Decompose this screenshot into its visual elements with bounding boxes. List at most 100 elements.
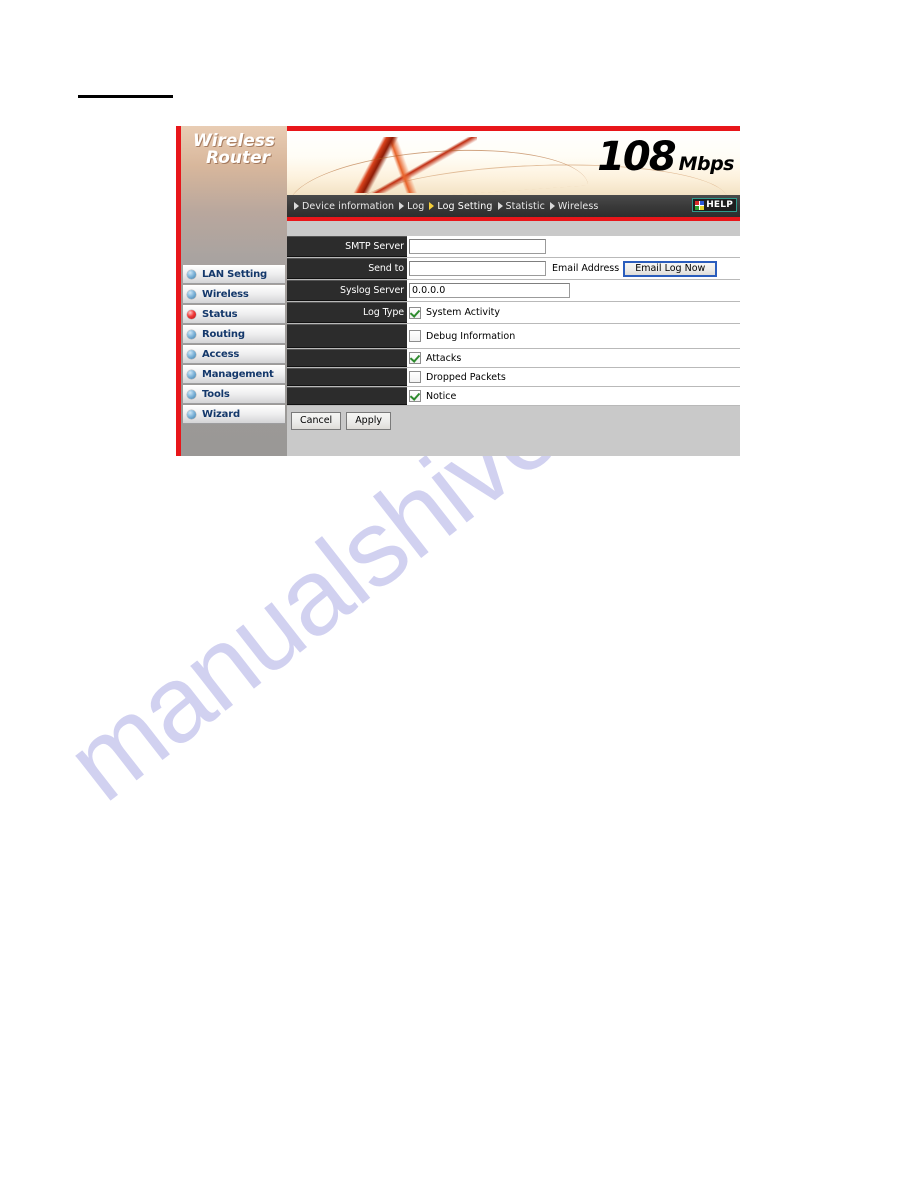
log-type-spacer-label <box>287 324 407 348</box>
nav-item-log-setting[interactable]: Log Setting <box>429 201 492 212</box>
speed-unit: Mbps <box>678 153 735 175</box>
checkbox-checked-icon <box>409 352 421 364</box>
checkbox-system-activity[interactable]: System Activity <box>409 306 500 319</box>
content-column: 108 Mbps Device information Log Log Sett… <box>287 126 740 456</box>
log-type-value-cell: Attacks <box>407 349 740 367</box>
nav-item-log[interactable]: Log <box>399 201 424 212</box>
checkbox-unchecked-icon <box>409 371 421 383</box>
smtp-server-input[interactable] <box>409 239 546 254</box>
log-type-spacer-label <box>287 387 407 405</box>
bullet-icon <box>187 350 196 359</box>
nav-item-label: Wireless <box>557 200 599 212</box>
checkbox-checked-icon <box>409 306 421 319</box>
chevron-right-icon <box>294 202 299 210</box>
apply-button[interactable]: Apply <box>346 412 392 430</box>
nav-item-device-information[interactable]: Device information <box>294 201 394 212</box>
sidebar-item-tools[interactable]: Tools <box>183 385 285 404</box>
row-log-type-system-activity: Log Type System Activity <box>287 302 740 324</box>
log-setting-form: SMTP Server Send to Email Address Email … <box>287 221 740 438</box>
log-type-value-cell: Notice <box>407 387 740 405</box>
bullet-icon <box>187 410 196 419</box>
smtp-server-label: SMTP Server <box>287 236 407 257</box>
sidebar: Wireless Router LAN Setting Wireless Sta… <box>181 126 287 456</box>
sidebar-menu: LAN Setting Wireless Status Routing Acce… <box>183 265 285 425</box>
log-type-value-cell: System Activity <box>407 302 740 323</box>
sidebar-item-label: LAN Setting <box>202 269 268 280</box>
row-log-type-debug-information: Debug Information <box>287 324 740 349</box>
sidebar-item-wizard[interactable]: Wizard <box>183 405 285 424</box>
send-to-label: Send to <box>287 258 407 279</box>
speed-number: 108 <box>597 134 676 180</box>
smtp-server-value-cell <box>407 236 740 257</box>
sidebar-item-routing[interactable]: Routing <box>183 325 285 344</box>
checkbox-label: System Activity <box>426 307 500 318</box>
row-log-type-attacks: Attacks <box>287 349 740 368</box>
sidebar-item-label: Access <box>202 349 240 360</box>
checkbox-label: Dropped Packets <box>426 371 506 383</box>
row-log-type-notice: Notice <box>287 387 740 406</box>
bullet-icon <box>187 290 196 299</box>
help-button[interactable]: HELP <box>692 198 737 212</box>
bullet-icon <box>187 370 196 379</box>
chevron-right-active-icon <box>429 202 435 210</box>
chevron-right-icon <box>497 202 503 210</box>
email-address-label: Email Address <box>552 263 620 274</box>
sidebar-item-label: Management <box>202 369 274 380</box>
sidebar-item-wireless[interactable]: Wireless <box>183 285 285 304</box>
checkbox-dropped-packets[interactable]: Dropped Packets <box>409 371 506 383</box>
sidebar-item-label: Tools <box>202 389 230 400</box>
left-red-spine <box>176 126 181 456</box>
page-top-rule <box>78 95 173 98</box>
speed-logo: 108 Mbps <box>597 137 734 177</box>
nav-item-label: Device information <box>302 200 395 212</box>
checkbox-checked-icon <box>409 390 421 402</box>
checkbox-debug-information[interactable]: Debug Information <box>409 330 515 342</box>
router-admin-screenshot: Wireless Router LAN Setting Wireless Sta… <box>176 126 740 456</box>
nav-item-wireless[interactable]: Wireless <box>549 200 599 212</box>
checkbox-attacks[interactable]: Attacks <box>409 352 461 364</box>
log-type-label: Log Type <box>287 302 407 323</box>
send-to-input[interactable] <box>409 261 546 276</box>
sidebar-item-status[interactable]: Status <box>183 305 285 324</box>
row-log-type-dropped-packets: Dropped Packets <box>287 368 740 387</box>
log-type-spacer-label <box>287 349 407 367</box>
nav-item-label: Log Setting <box>437 200 493 212</box>
form-actions: Cancel Apply <box>287 406 740 438</box>
checkbox-label: Attacks <box>426 352 462 364</box>
checkbox-notice[interactable]: Notice <box>409 390 456 402</box>
syslog-server-value-cell <box>407 280 740 301</box>
bullet-icon <box>187 390 196 399</box>
header-banner: 108 Mbps <box>287 131 740 195</box>
chevron-right-icon <box>549 202 555 210</box>
bullet-active-icon <box>187 310 196 319</box>
top-navigation: Device information Log Log Setting Stati… <box>287 195 740 217</box>
log-type-value-cell: Debug Information <box>407 324 740 348</box>
email-log-now-button[interactable]: Email Log Now <box>623 260 718 277</box>
checkbox-label: Notice <box>426 390 457 402</box>
help-button-label: HELP <box>706 200 733 210</box>
sidebar-item-access[interactable]: Access <box>183 345 285 364</box>
bullet-icon <box>187 270 196 279</box>
nav-item-label: Log <box>407 200 425 212</box>
chevron-right-icon <box>399 202 405 210</box>
bullet-icon <box>187 330 196 339</box>
sidebar-item-label: Wizard <box>202 409 240 420</box>
cancel-button[interactable]: Cancel <box>291 412 342 430</box>
syslog-server-label: Syslog Server <box>287 280 407 301</box>
nav-item-label: Statistic <box>505 200 545 212</box>
nav-item-statistic[interactable]: Statistic <box>497 200 545 212</box>
sidebar-item-lan-setting[interactable]: LAN Setting <box>183 265 285 284</box>
help-icon <box>695 200 705 210</box>
sidebar-item-label: Routing <box>202 329 245 340</box>
checkbox-label: Debug Information <box>426 330 516 342</box>
syslog-server-input[interactable] <box>409 283 570 298</box>
row-smtp-server: SMTP Server <box>287 236 740 258</box>
sidebar-item-label: Wireless <box>202 289 249 300</box>
product-brand: Wireless Router <box>181 126 287 167</box>
row-syslog-server: Syslog Server <box>287 280 740 302</box>
sidebar-item-management[interactable]: Management <box>183 365 285 384</box>
checkbox-unchecked-icon <box>409 330 421 342</box>
log-type-value-cell: Dropped Packets <box>407 368 740 386</box>
brand-line-2: Router <box>205 148 271 168</box>
sidebar-item-label: Status <box>202 309 238 320</box>
